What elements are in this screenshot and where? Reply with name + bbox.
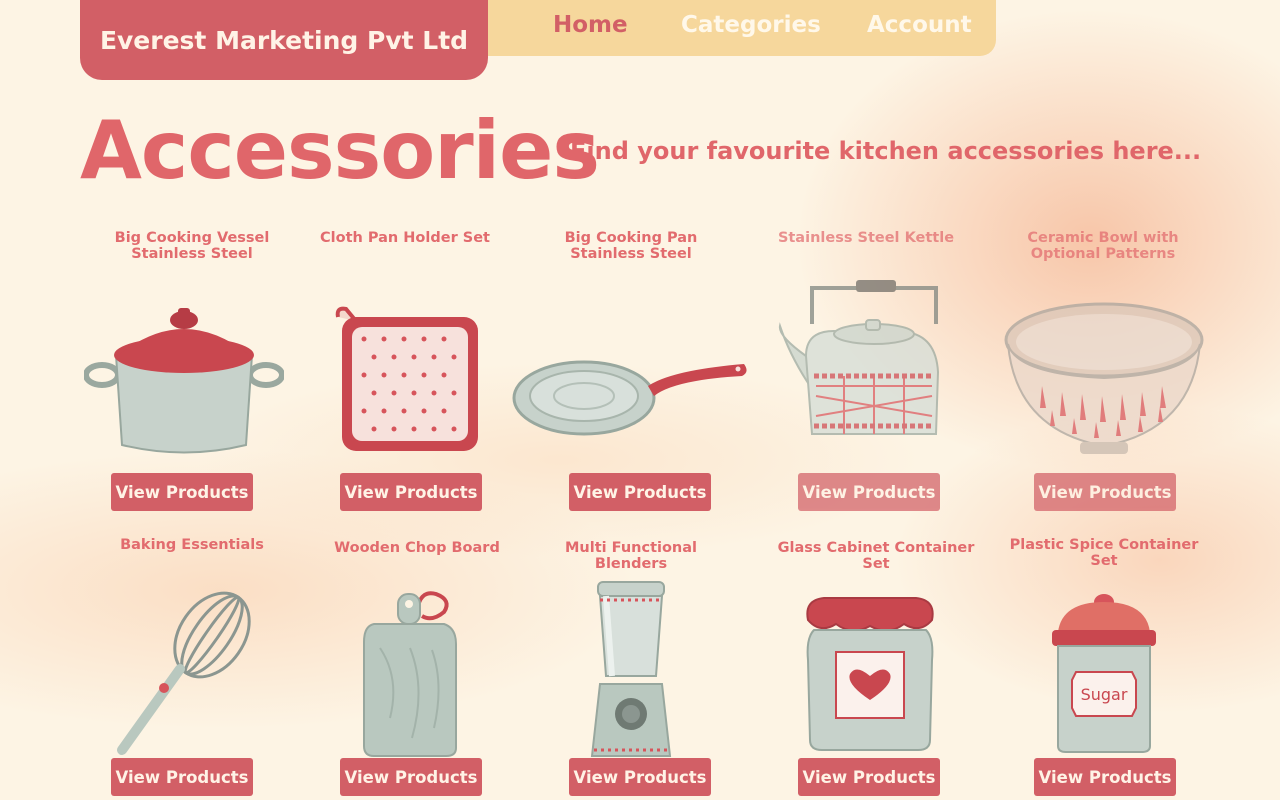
product-title: Ceramic Bowl with Optional Patterns [1027,230,1179,262]
view-products-button[interactable]: View Products [798,758,940,796]
view-products-button[interactable]: View Products [569,758,711,796]
product-title: Cloth Pan Holder Set [320,230,490,246]
view-products-button[interactable]: View Products [1034,473,1176,511]
view-products-button[interactable]: View Products [111,473,253,511]
page-subtitle: Find your favourite kitchen accessories … [570,137,1202,165]
whisk-icon [117,591,251,755]
product-title: Baking Essentials [120,537,264,553]
brand-logo[interactable]: Everest Marketing Pvt Ltd [80,0,488,80]
product-title: Glass Cabinet Container Set [777,540,975,572]
blender-icon [590,581,672,757]
view-products-button[interactable]: View Products [111,758,253,796]
view-products-button[interactable]: View Products [798,473,940,511]
view-products-button[interactable]: View Products [340,758,482,796]
pan-holder-icon [335,306,478,451]
view-products-button[interactable]: View Products [340,473,482,511]
chopping-board-icon [363,591,457,757]
kettle-icon [778,280,940,435]
product-title: Stainless Steel Kettle [777,230,955,246]
product-title: Plastic Spice Container Set [1009,537,1199,569]
cooking-pot-icon [84,308,284,454]
nav-item-home[interactable]: Home [553,12,628,38]
product-title: Multi Functional Blenders [564,540,698,572]
nav-item-account[interactable]: Account [867,12,972,38]
jar-container-icon [806,597,934,751]
nav-item-categories[interactable]: Categories [681,12,821,38]
spice-container-icon: Sugar [1052,594,1156,753]
product-title: Wooden Chop Board [334,540,500,556]
product-title: Big Cooking Pan Stainless Steel [564,230,698,262]
product-title: Big Cooking Vessel Stainless Steel [114,230,270,262]
view-products-button[interactable]: View Products [1034,758,1176,796]
frying-pan-icon [512,360,747,436]
page-title: Accessories [80,104,600,197]
main-nav: Home Categories Account [470,0,996,56]
ceramic-bowl-icon [1004,302,1204,454]
view-products-button[interactable]: View Products [569,473,711,511]
spice-label: Sugar [1081,685,1128,704]
